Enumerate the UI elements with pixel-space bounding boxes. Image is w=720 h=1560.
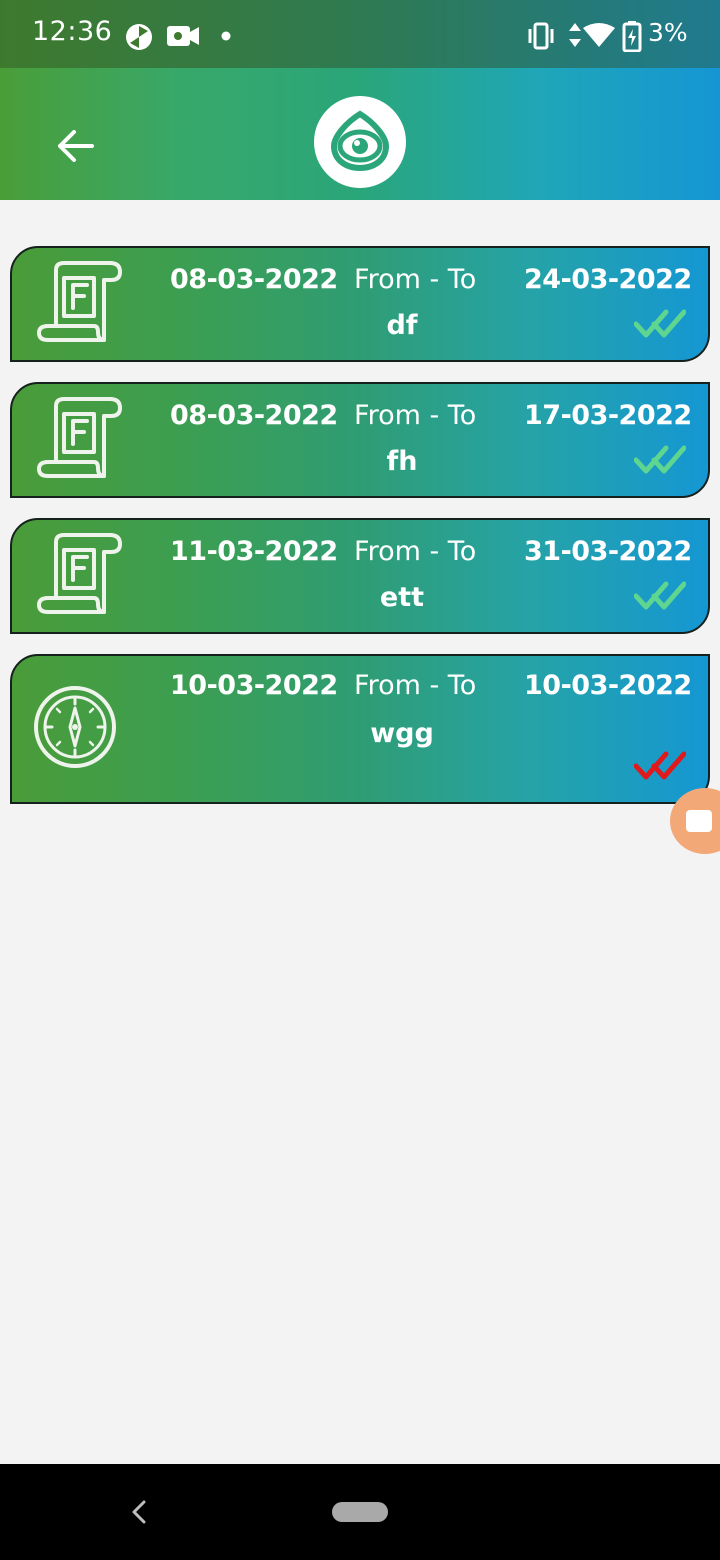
entry-title: wgg — [370, 718, 434, 749]
clock-dial-icon — [34, 686, 116, 768]
battery-charging-icon — [622, 21, 642, 52]
nav-back-chevron-icon[interactable] — [124, 1496, 154, 1528]
arrow-left-icon — [58, 130, 94, 162]
navigation-bar — [0, 1464, 720, 1560]
from-date: 10-03-2022 — [170, 670, 338, 701]
from-to-label: From - To — [354, 670, 477, 701]
list-item[interactable]: 10-03-2022 From - To 10-03-2022 wgg — [10, 654, 710, 804]
wifi-icon — [583, 23, 615, 47]
nav-home-pill-icon[interactable] — [332, 1502, 388, 1522]
document-f-icon — [37, 261, 122, 342]
double-check-icon — [634, 309, 686, 338]
list-item[interactable]: 08-03-2022 From - To 17-03-2022 fh — [10, 382, 710, 498]
from-date: 08-03-2022 — [170, 400, 338, 431]
from-to-label: From - To — [354, 536, 477, 567]
app-logo — [314, 96, 406, 188]
list-item[interactable]: 11-03-2022 From - To 31-03-2022 ett — [10, 518, 710, 634]
from-date: 11-03-2022 — [170, 536, 338, 567]
from-to-label: From - To — [354, 264, 477, 295]
pinwheel-app-icon — [126, 24, 152, 50]
video-camera-icon — [686, 810, 712, 832]
list-item[interactable]: 08-03-2022 From - To 24-03-2022 df — [10, 246, 710, 362]
double-check-icon — [634, 751, 686, 780]
entry-title: ett — [379, 582, 425, 613]
app-bar — [0, 68, 720, 200]
vibrate-icon — [528, 22, 554, 50]
double-check-icon — [634, 581, 686, 610]
notification-dot-icon — [221, 31, 231, 41]
document-f-icon — [37, 397, 122, 478]
document-f-icon — [37, 533, 122, 614]
to-date: 24-03-2022 — [524, 264, 692, 295]
video-camera-icon — [167, 26, 199, 46]
status-bar: 12:36 3% — [0, 0, 720, 68]
eye-logo-icon — [330, 110, 390, 172]
entry-title: fh — [386, 446, 418, 477]
status-time: 12:36 — [32, 16, 113, 47]
data-arrows-icon — [569, 23, 581, 47]
back-button[interactable] — [48, 122, 102, 170]
battery-percent: 3% — [648, 18, 688, 47]
from-to-label: From - To — [354, 400, 477, 431]
entry-title: df — [386, 310, 418, 341]
from-date: 08-03-2022 — [170, 264, 338, 295]
to-date: 10-03-2022 — [524, 670, 692, 701]
to-date: 17-03-2022 — [524, 400, 692, 431]
to-date: 31-03-2022 — [524, 536, 692, 567]
double-check-icon — [634, 445, 686, 474]
